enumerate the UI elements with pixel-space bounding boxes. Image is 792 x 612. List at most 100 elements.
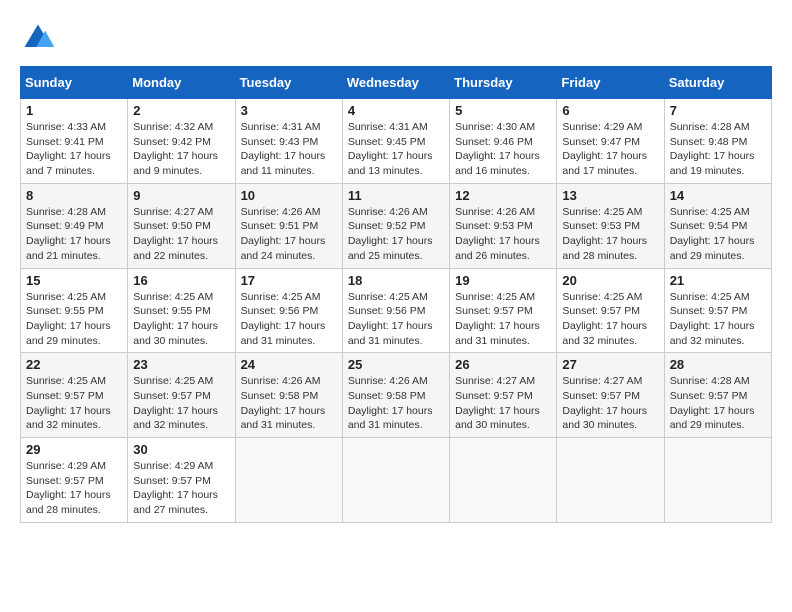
calendar-cell: 19 Sunrise: 4:25 AM Sunset: 9:57 PM Dayli… <box>450 268 557 353</box>
day-number: 15 <box>26 273 122 288</box>
calendar-cell: 6Sunrise: 4:29 AM Sunset: 9:47 PM Daylig… <box>557 99 664 184</box>
day-number: 11 <box>348 188 444 203</box>
day-info: Sunrise: 4:33 AM Sunset: 9:41 PM Dayligh… <box>26 120 122 179</box>
calendar-cell: 18 Sunrise: 4:25 AM Sunset: 9:56 PM Dayli… <box>342 268 449 353</box>
calendar-cell: 24 Sunrise: 4:26 AM Sunset: 9:58 PM Dayli… <box>235 353 342 438</box>
day-number: 12 <box>455 188 551 203</box>
calendar-cell: 13 Sunrise: 4:25 AM Sunset: 9:53 PM Dayli… <box>557 183 664 268</box>
day-info: Sunrise: 4:29 AM Sunset: 9:57 PM Dayligh… <box>26 459 122 518</box>
calendar-table: SundayMondayTuesdayWednesdayThursdayFrid… <box>20 66 772 523</box>
calendar-cell: 12 Sunrise: 4:26 AM Sunset: 9:53 PM Dayli… <box>450 183 557 268</box>
day-info: Sunrise: 4:27 AM Sunset: 9:57 PM Dayligh… <box>455 374 551 433</box>
calendar-cell: 5 Sunrise: 4:30 AM Sunset: 9:46 PM Daylig… <box>450 99 557 184</box>
day-info: Sunrise: 4:28 AM Sunset: 9:48 PM Dayligh… <box>670 120 766 179</box>
header-sunday: Sunday <box>21 67 128 99</box>
day-number: 22 <box>26 357 122 372</box>
week-row-3: 15 Sunrise: 4:25 AM Sunset: 9:55 PM Dayli… <box>21 268 772 353</box>
calendar-cell: 2 Sunrise: 4:32 AM Sunset: 9:42 PM Daylig… <box>128 99 235 184</box>
day-number: 2 <box>133 103 229 118</box>
day-info: Sunrise: 4:30 AM Sunset: 9:46 PM Dayligh… <box>455 120 551 179</box>
week-row-1: 1 Sunrise: 4:33 AM Sunset: 9:41 PM Daylig… <box>21 99 772 184</box>
calendar-cell: 23 Sunrise: 4:25 AM Sunset: 9:57 PM Dayli… <box>128 353 235 438</box>
day-number: 3 <box>241 103 337 118</box>
calendar-cell: 10 Sunrise: 4:26 AM Sunset: 9:51 PM Dayli… <box>235 183 342 268</box>
day-info: Sunrise: 4:25 AM Sunset: 9:55 PM Dayligh… <box>26 290 122 349</box>
calendar-cell: 22 Sunrise: 4:25 AM Sunset: 9:57 PM Dayli… <box>21 353 128 438</box>
calendar-cell <box>450 438 557 523</box>
day-info: Sunrise: 4:25 AM Sunset: 9:57 PM Dayligh… <box>670 290 766 349</box>
day-number: 26 <box>455 357 551 372</box>
calendar-cell: 29 Sunrise: 4:29 AM Sunset: 9:57 PM Dayli… <box>21 438 128 523</box>
day-number: 10 <box>241 188 337 203</box>
day-info: Sunrise: 4:26 AM Sunset: 9:58 PM Dayligh… <box>241 374 337 433</box>
week-row-2: 8 Sunrise: 4:28 AM Sunset: 9:49 PM Daylig… <box>21 183 772 268</box>
calendar-cell: 17Sunrise: 4:25 AM Sunset: 9:56 PM Dayli… <box>235 268 342 353</box>
calendar-cell <box>557 438 664 523</box>
calendar-cell: 4 Sunrise: 4:31 AM Sunset: 9:45 PM Daylig… <box>342 99 449 184</box>
day-number: 7 <box>670 103 766 118</box>
day-number: 8 <box>26 188 122 203</box>
day-number: 29 <box>26 442 122 457</box>
day-number: 13 <box>562 188 658 203</box>
day-number: 28 <box>670 357 766 372</box>
day-info: Sunrise: 4:28 AM Sunset: 9:57 PM Dayligh… <box>670 374 766 433</box>
day-info: Sunrise: 4:25 AM Sunset: 9:57 PM Dayligh… <box>455 290 551 349</box>
day-number: 6 <box>562 103 658 118</box>
calendar-cell: 1 Sunrise: 4:33 AM Sunset: 9:41 PM Daylig… <box>21 99 128 184</box>
calendar-cell <box>342 438 449 523</box>
header-thursday: Thursday <box>450 67 557 99</box>
day-info: Sunrise: 4:28 AM Sunset: 9:49 PM Dayligh… <box>26 205 122 264</box>
day-info: Sunrise: 4:31 AM Sunset: 9:45 PM Dayligh… <box>348 120 444 179</box>
header-friday: Friday <box>557 67 664 99</box>
calendar-cell: 7 Sunrise: 4:28 AM Sunset: 9:48 PM Daylig… <box>664 99 771 184</box>
calendar-cell: 21Sunrise: 4:25 AM Sunset: 9:57 PM Dayli… <box>664 268 771 353</box>
day-number: 30 <box>133 442 229 457</box>
day-info: Sunrise: 4:26 AM Sunset: 9:58 PM Dayligh… <box>348 374 444 433</box>
day-number: 4 <box>348 103 444 118</box>
day-info: Sunrise: 4:27 AM Sunset: 9:50 PM Dayligh… <box>133 205 229 264</box>
day-info: Sunrise: 4:26 AM Sunset: 9:53 PM Dayligh… <box>455 205 551 264</box>
calendar-cell: 27 Sunrise: 4:27 AM Sunset: 9:57 PM Dayli… <box>557 353 664 438</box>
day-number: 23 <box>133 357 229 372</box>
calendar-cell: 15 Sunrise: 4:25 AM Sunset: 9:55 PM Dayli… <box>21 268 128 353</box>
week-row-4: 22 Sunrise: 4:25 AM Sunset: 9:57 PM Dayli… <box>21 353 772 438</box>
day-info: Sunrise: 4:25 AM Sunset: 9:57 PM Dayligh… <box>133 374 229 433</box>
day-info: Sunrise: 4:25 AM Sunset: 9:57 PM Dayligh… <box>26 374 122 433</box>
day-info: Sunrise: 4:32 AM Sunset: 9:42 PM Dayligh… <box>133 120 229 179</box>
calendar-cell: 8 Sunrise: 4:28 AM Sunset: 9:49 PM Daylig… <box>21 183 128 268</box>
week-row-5: 29 Sunrise: 4:29 AM Sunset: 9:57 PM Dayli… <box>21 438 772 523</box>
day-info: Sunrise: 4:31 AM Sunset: 9:43 PM Dayligh… <box>241 120 337 179</box>
day-number: 1 <box>26 103 122 118</box>
day-info: Sunrise: 4:25 AM Sunset: 9:57 PM Dayligh… <box>562 290 658 349</box>
logo <box>20 20 62 56</box>
page-header <box>20 20 772 56</box>
calendar-cell: 16Sunrise: 4:25 AM Sunset: 9:55 PM Dayli… <box>128 268 235 353</box>
calendar-cell: 11Sunrise: 4:26 AM Sunset: 9:52 PM Dayli… <box>342 183 449 268</box>
day-number: 17 <box>241 273 337 288</box>
day-info: Sunrise: 4:29 AM Sunset: 9:57 PM Dayligh… <box>133 459 229 518</box>
day-number: 14 <box>670 188 766 203</box>
day-number: 18 <box>348 273 444 288</box>
day-info: Sunrise: 4:25 AM Sunset: 9:56 PM Dayligh… <box>348 290 444 349</box>
day-info: Sunrise: 4:25 AM Sunset: 9:53 PM Dayligh… <box>562 205 658 264</box>
header-wednesday: Wednesday <box>342 67 449 99</box>
day-number: 5 <box>455 103 551 118</box>
day-number: 25 <box>348 357 444 372</box>
calendar-cell: 25 Sunrise: 4:26 AM Sunset: 9:58 PM Dayli… <box>342 353 449 438</box>
header-tuesday: Tuesday <box>235 67 342 99</box>
day-number: 20 <box>562 273 658 288</box>
day-info: Sunrise: 4:26 AM Sunset: 9:51 PM Dayligh… <box>241 205 337 264</box>
calendar-cell: 28 Sunrise: 4:28 AM Sunset: 9:57 PM Dayli… <box>664 353 771 438</box>
day-info: Sunrise: 4:27 AM Sunset: 9:57 PM Dayligh… <box>562 374 658 433</box>
calendar-cell: 3 Sunrise: 4:31 AM Sunset: 9:43 PM Daylig… <box>235 99 342 184</box>
day-number: 19 <box>455 273 551 288</box>
day-number: 27 <box>562 357 658 372</box>
header-saturday: Saturday <box>664 67 771 99</box>
calendar-cell <box>664 438 771 523</box>
logo-icon <box>20 20 56 56</box>
calendar-cell: 26 Sunrise: 4:27 AM Sunset: 9:57 PM Dayli… <box>450 353 557 438</box>
calendar-cell <box>235 438 342 523</box>
calendar-cell: 9Sunrise: 4:27 AM Sunset: 9:50 PM Daylig… <box>128 183 235 268</box>
day-number: 24 <box>241 357 337 372</box>
calendar-body: 1 Sunrise: 4:33 AM Sunset: 9:41 PM Daylig… <box>21 99 772 523</box>
